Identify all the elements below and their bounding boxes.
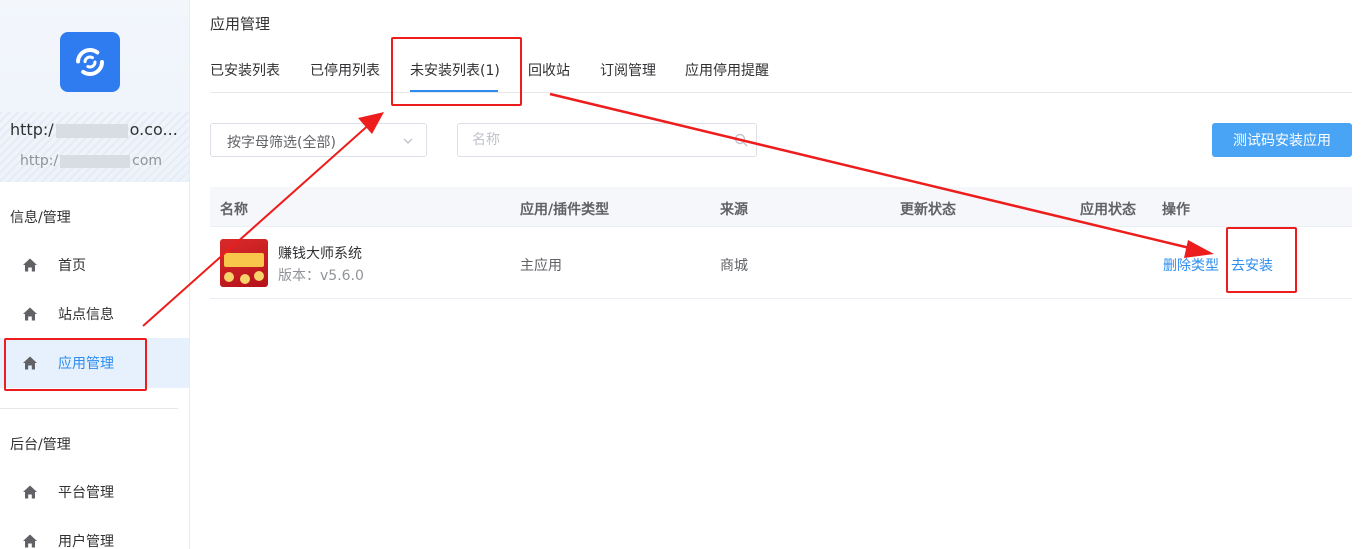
letter-filter-value: 按字母筛选(全部)	[227, 135, 336, 151]
site-url: http:/o.co...	[10, 120, 178, 139]
column-header-name: 名称	[220, 202, 248, 218]
tab-bar: 已安装列表 已停用列表 未安装列表(1) 回收站 订阅管理 应用停用提醒	[210, 46, 1352, 93]
section-title-backend: 后台/管理	[10, 437, 71, 453]
sidebar-item-home[interactable]: 首页	[0, 240, 189, 290]
home-icon	[23, 485, 37, 499]
sidebar: http:/o.co... http:/com 信息/管理 首页 站点信息 应用…	[0, 0, 190, 549]
sidebar-item-site-info[interactable]: 站点信息	[0, 289, 189, 339]
sidebar-item-label: 首页	[58, 258, 86, 274]
redacted-block	[55, 123, 128, 138]
tab-installed[interactable]: 已安装列表	[210, 60, 280, 80]
sidebar-item-label: 用户管理	[58, 534, 114, 549]
table-row: 赚钱大师系统 版本：v5.6.0 主应用 商城 删除类型 去安装	[210, 227, 1352, 299]
thumbnail-banner	[224, 253, 264, 267]
logo-swirl-icon	[76, 48, 104, 76]
annotation-box-sidebar	[4, 338, 147, 391]
table-header: 名称 应用/插件类型 来源 更新状态 应用状态 操作	[210, 187, 1352, 227]
home-icon	[23, 307, 37, 321]
home-icon	[23, 534, 37, 548]
column-header-update-status: 更新状态	[900, 202, 956, 218]
app-source: 商城	[720, 258, 748, 274]
thumbnail-coin	[240, 274, 250, 284]
app-name: 赚钱大师系统	[278, 246, 362, 262]
sidebar-divider	[0, 408, 178, 409]
home-icon	[23, 258, 37, 272]
search-icon[interactable]	[734, 133, 748, 147]
name-search-box	[457, 123, 757, 157]
app-thumbnail	[220, 239, 268, 287]
tab-disabled[interactable]: 已停用列表	[310, 60, 380, 80]
sidebar-item-label: 平台管理	[58, 485, 114, 501]
column-header-source: 来源	[720, 202, 748, 218]
column-header-actions: 操作	[1162, 202, 1190, 218]
site-logo	[60, 32, 120, 92]
redacted-block	[60, 154, 131, 168]
annotation-box-install	[1226, 227, 1297, 293]
tab-disable-reminder[interactable]: 应用停用提醒	[685, 60, 769, 80]
app-type: 主应用	[520, 258, 562, 274]
name-search-input[interactable]	[472, 131, 722, 149]
thumbnail-coin	[254, 271, 264, 281]
letter-filter-select[interactable]: 按字母筛选(全部)	[210, 123, 427, 157]
sidebar-item-platform[interactable]: 平台管理	[0, 467, 189, 517]
app-version: 版本：v5.6.0	[278, 268, 364, 284]
delete-type-link[interactable]: 删除类型	[1163, 255, 1219, 275]
page-title: 应用管理	[210, 15, 271, 33]
sidebar-item-label: 站点信息	[58, 307, 114, 323]
site-card: http:/o.co... http:/com	[0, 0, 189, 182]
section-title-info: 信息/管理	[10, 210, 71, 226]
tab-recycle-bin[interactable]: 回收站	[528, 60, 570, 80]
column-header-type: 应用/插件类型	[520, 202, 610, 218]
site-domain: http:/com	[20, 153, 163, 169]
column-header-app-status: 应用状态	[1080, 202, 1136, 218]
chevron-down-icon	[403, 138, 413, 144]
annotation-box-tab	[391, 37, 522, 106]
test-code-install-button[interactable]: 测试码安装应用	[1212, 123, 1352, 157]
tab-subscriptions[interactable]: 订阅管理	[600, 60, 656, 80]
thumbnail-coin	[224, 272, 234, 282]
sidebar-item-users[interactable]: 用户管理	[0, 516, 189, 549]
